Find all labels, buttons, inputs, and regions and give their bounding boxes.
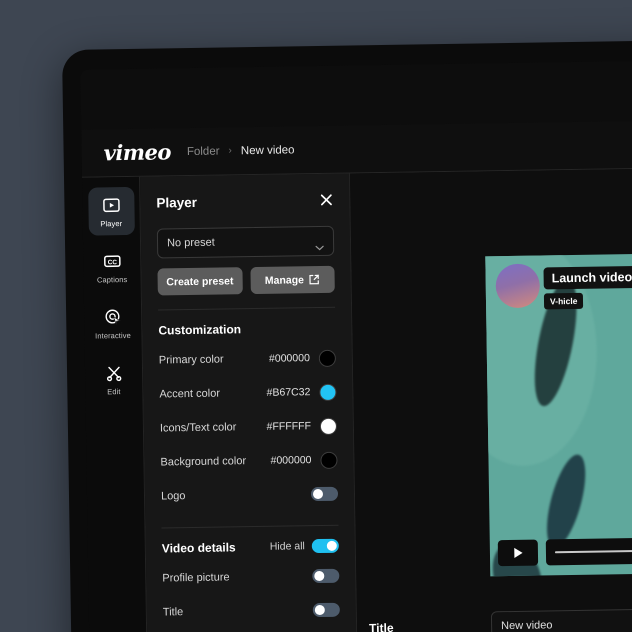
- breadcrumb: Folder › New video: [187, 144, 295, 158]
- title-toggle[interactable]: [312, 602, 340, 618]
- color-swatch[interactable]: [320, 451, 338, 469]
- color-row-value: #000000: [270, 451, 338, 469]
- create-preset-label: Create preset: [166, 274, 234, 288]
- color-row-label: Background color: [160, 455, 247, 469]
- panel-divider: [158, 306, 336, 311]
- sidebar-item-label: Edit: [107, 387, 121, 397]
- video-title-overlay: Launch video: [543, 265, 632, 290]
- color-hex-value: #000000: [268, 352, 310, 365]
- chevron-down-icon: [315, 238, 324, 251]
- sidebar-item-edit[interactable]: Edit: [90, 355, 137, 404]
- detail-row-label: Profile picture: [162, 571, 230, 585]
- sidebar-item-captions[interactable]: CC Captions: [89, 243, 136, 292]
- hide-all-control: Hide all: [269, 538, 339, 554]
- video-byline-overlay: V-hicle: [543, 292, 584, 310]
- title-field-label: Title: [369, 620, 394, 632]
- color-row-label: Accent color: [159, 387, 221, 401]
- manage-label: Manage: [264, 273, 305, 287]
- panel-title: Player: [156, 194, 198, 211]
- captions-icon: CC: [103, 252, 121, 270]
- toggle-knob: [312, 488, 324, 500]
- hide-all-label: Hide all: [269, 540, 305, 553]
- title-input[interactable]: New video: [490, 607, 632, 632]
- title-field-row: Title New video: [357, 607, 632, 632]
- breadcrumb-folder[interactable]: Folder: [187, 145, 220, 158]
- customization-title: Customization: [158, 322, 242, 338]
- edit-scissors-icon: [104, 364, 122, 382]
- color-swatch[interactable]: [319, 383, 337, 401]
- sidebar-rail: Player CC Captions Interactive Edit: [82, 176, 149, 632]
- detail-row-label: Title: [162, 606, 184, 619]
- manage-button[interactable]: Manage: [249, 265, 335, 295]
- logo-label: Logo: [160, 490, 186, 503]
- create-preset-button[interactable]: Create preset: [157, 267, 243, 296]
- video-details-header: Video details Hide all: [161, 538, 339, 556]
- play-icon: [513, 547, 523, 559]
- scene: vimeo Folder › New video Player CC Capti…: [0, 0, 632, 632]
- color-row-label: Primary color: [158, 353, 224, 367]
- color-row-primary[interactable]: Primary color #000000: [159, 341, 337, 378]
- color-row-background[interactable]: Background color #000000: [160, 443, 338, 480]
- color-hex-value: #FFFFFF: [266, 420, 312, 433]
- preset-value: No preset: [166, 236, 215, 250]
- color-hex-value: #000000: [270, 454, 312, 467]
- external-link-icon: [309, 274, 320, 285]
- profile-picture-toggle[interactable]: [312, 568, 340, 584]
- device-frame: vimeo Folder › New video Player CC Capti…: [62, 39, 632, 632]
- logo-toggle[interactable]: [310, 486, 339, 502]
- panel-divider-2: [161, 524, 339, 529]
- main-content: Launch video V-hicle Title New video: [349, 167, 632, 632]
- color-row-value: #B67C32: [266, 383, 337, 401]
- app-header: vimeo Folder › New video: [81, 119, 632, 178]
- customization-header: Customization: [158, 321, 335, 338]
- sidebar-item-label: Interactive: [95, 330, 131, 341]
- color-swatch[interactable]: [318, 349, 337, 367]
- color-swatch[interactable]: [319, 417, 338, 435]
- detail-row-title[interactable]: Title: [163, 593, 341, 630]
- breadcrumb-separator-icon: ›: [228, 145, 232, 157]
- device-screen: vimeo Folder › New video Player CC Capti…: [80, 59, 632, 632]
- video-preview[interactable]: Launch video V-hicle: [485, 252, 632, 577]
- sidebar-item-interactive[interactable]: Interactive: [89, 299, 136, 348]
- player-settings-panel: Player No preset Create preset Manage Cu…: [140, 173, 359, 632]
- color-row-icons-text[interactable]: Icons/Text color #FFFFFF: [160, 409, 338, 446]
- panel-header: Player: [156, 174, 334, 229]
- video-details-title: Video details: [161, 540, 236, 556]
- sidebar-item-label: Captions: [96, 275, 128, 285]
- preset-actions: Create preset Manage: [157, 265, 335, 296]
- svg-text:CC: CC: [107, 259, 117, 266]
- progress-bar[interactable]: [545, 536, 632, 566]
- detail-row-profile-picture[interactable]: Profile picture: [162, 559, 340, 596]
- color-hex-value: #B67C32: [266, 386, 311, 399]
- logo-row[interactable]: Logo: [161, 477, 339, 514]
- vimeo-logo[interactable]: vimeo: [103, 139, 171, 165]
- play-button[interactable]: [497, 539, 539, 567]
- toggle-knob: [314, 570, 325, 582]
- color-row-value: #FFFFFF: [266, 417, 338, 435]
- interactive-icon: [104, 308, 122, 326]
- sidebar-item-label: Player: [100, 219, 123, 229]
- progress-track: [554, 548, 632, 554]
- breadcrumb-current[interactable]: New video: [241, 144, 295, 157]
- color-row-value: #000000: [268, 349, 337, 367]
- preset-select[interactable]: No preset: [156, 225, 335, 259]
- sidebar-item-player[interactable]: Player: [87, 186, 135, 236]
- hide-all-toggle[interactable]: [311, 538, 339, 554]
- player-controls: [497, 536, 632, 567]
- toggle-knob: [314, 604, 325, 616]
- color-row-label: Icons/Text color: [159, 421, 237, 435]
- color-row-accent[interactable]: Accent color #B67C32: [159, 375, 337, 412]
- player-icon: [102, 196, 120, 214]
- close-icon[interactable]: [319, 193, 333, 207]
- toggle-knob: [326, 540, 337, 551]
